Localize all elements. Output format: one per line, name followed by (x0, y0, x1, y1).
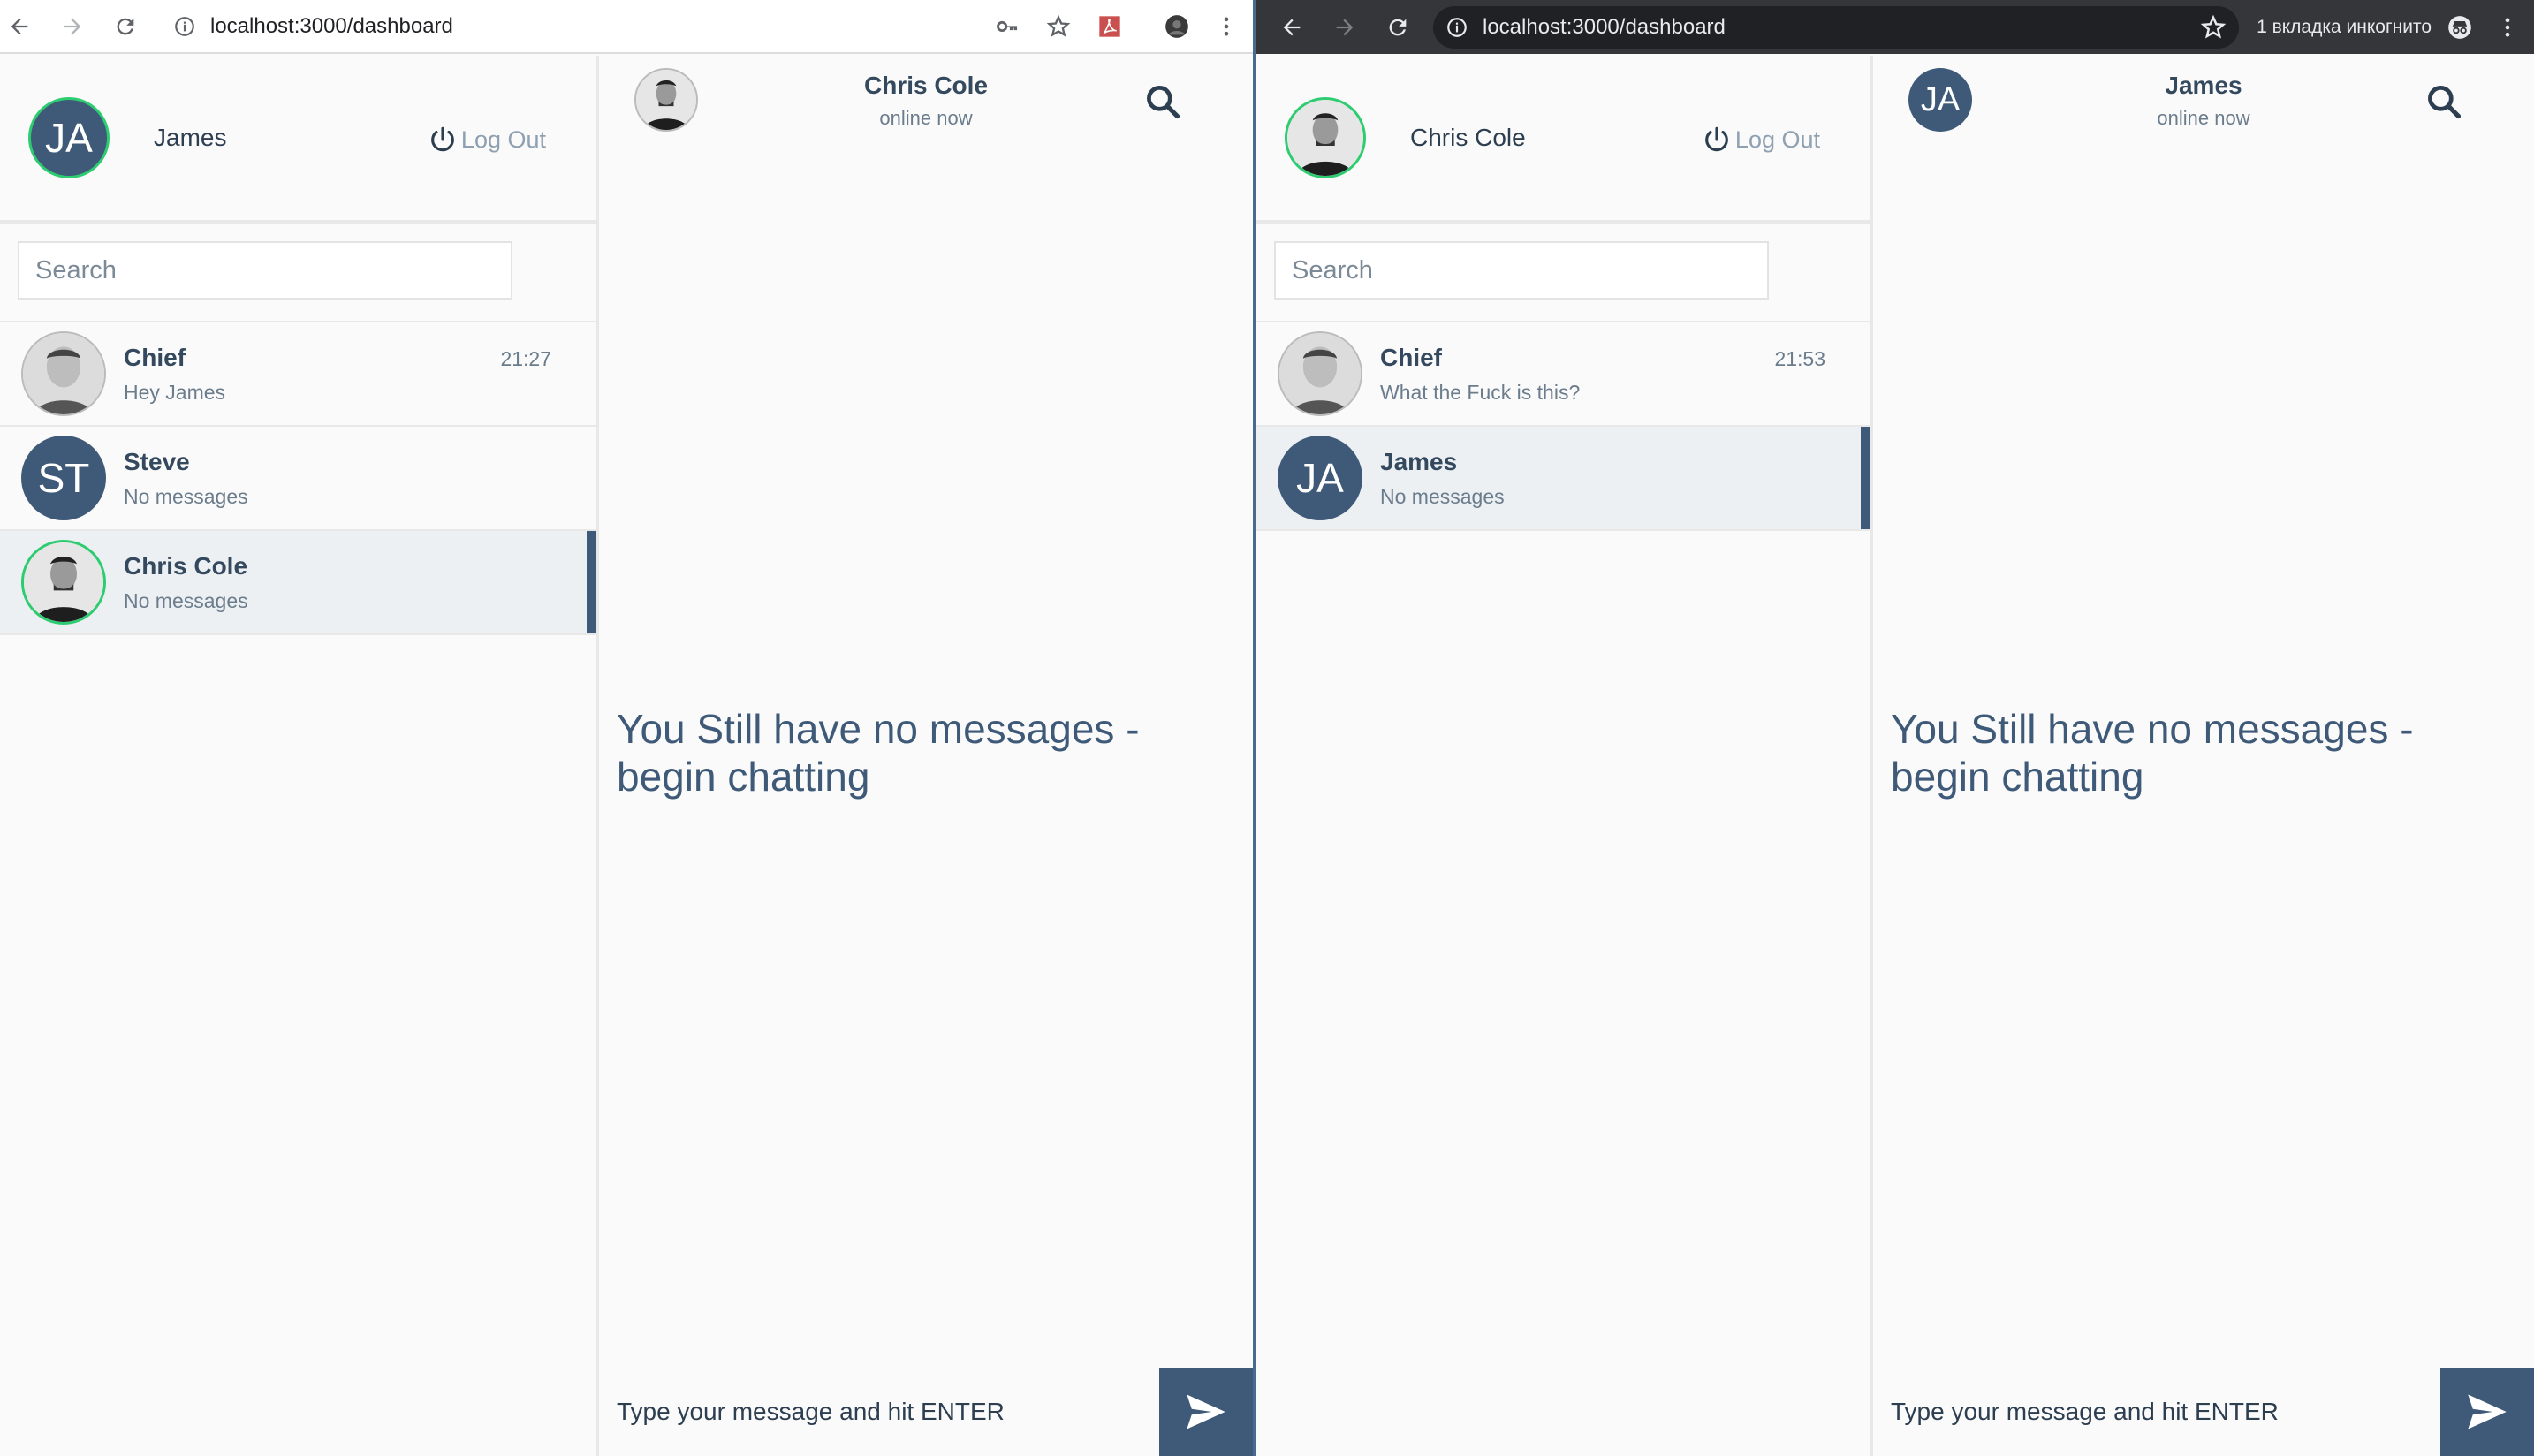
conversation-time: 21:53 (1774, 347, 1825, 370)
reload-icon[interactable] (1382, 11, 1414, 43)
conversation-name: Chris Cole (124, 551, 248, 580)
logout-label: Log Out (1734, 125, 1820, 153)
avatar (21, 540, 106, 625)
conversation-item-chief[interactable]: Chief What the Fuck is this? 21:53 (1256, 322, 1870, 427)
chat-panel: Chris Cole online now You Still have no … (599, 56, 1253, 1456)
profile-icon[interactable] (1161, 11, 1193, 42)
browser-toolbar: localhost:3000/dashboard (0, 0, 1253, 54)
send-button[interactable] (1159, 1368, 1253, 1456)
star-icon[interactable] (2200, 14, 2227, 41)
current-user-name: James (154, 124, 227, 151)
avatar (1285, 97, 1366, 178)
conversation-time: 21:27 (500, 347, 551, 370)
conversation-last-message: No messages (1380, 484, 1505, 508)
chat-header: Chris Cole online now (599, 56, 1253, 153)
address-bar[interactable]: localhost:3000/dashboard (161, 5, 982, 48)
conversation-item-chief[interactable]: Chief Hey James 21:27 (0, 322, 596, 427)
message-composer: Type your message and hit ENTER (1873, 1368, 2534, 1456)
conversation-last-message: No messages (124, 588, 248, 612)
avatar: JA (1278, 436, 1362, 520)
current-user-name: Chris Cole (1410, 124, 1526, 151)
message-input[interactable]: Type your message and hit ENTER (599, 1398, 1159, 1426)
chat-app: JA James Log Out Search Chief Hey James … (0, 56, 1253, 1456)
key-icon[interactable] (991, 11, 1023, 42)
menu-icon[interactable] (1210, 11, 1242, 42)
back-icon[interactable] (4, 11, 35, 42)
conversation-last-message: Hey James (124, 380, 226, 404)
current-user-header: JA James Log Out (0, 56, 596, 224)
person-photo-icon (1287, 100, 1363, 176)
chat-header: JA James online now (1873, 56, 2534, 153)
search-icon[interactable] (1143, 82, 1182, 121)
search-section: Search (1256, 224, 1870, 322)
incognito-label[interactable]: 1 вкладка инкогнито (2257, 17, 2432, 38)
empty-chat-message: You Still have no messages - begin chatt… (1891, 706, 2414, 800)
avatar: ST (21, 436, 106, 520)
search-input[interactable]: Search (18, 241, 512, 300)
send-button[interactable] (2440, 1368, 2534, 1456)
conversation-item-chris-cole[interactable]: Chris Cole No messages (0, 531, 596, 635)
current-user-header: Chris Cole Log Out (1256, 56, 1870, 224)
power-icon (431, 126, 454, 152)
url-text: localhost:3000/dashboard (1483, 14, 1726, 39)
forward-icon[interactable] (57, 11, 88, 42)
avatar (1278, 331, 1362, 416)
message-input[interactable]: Type your message and hit ENTER (1873, 1398, 2440, 1426)
conversation-name: James (1380, 447, 1458, 475)
send-icon (2468, 1394, 2507, 1429)
person-photo-icon (23, 333, 104, 414)
search-section: Search (0, 224, 596, 322)
person-photo-icon (24, 542, 103, 622)
forward-icon[interactable] (1329, 11, 1361, 43)
conversation-last-message: What the Fuck is this? (1380, 380, 1581, 404)
conversation-item-steve[interactable]: ST Steve No messages (0, 427, 596, 531)
incognito-icon[interactable] (2444, 11, 2476, 43)
power-icon (1705, 126, 1728, 152)
conversation-item-james[interactable]: JA James No messages (1256, 427, 1870, 531)
reload-icon[interactable] (110, 11, 141, 42)
empty-chat-message: You Still have no messages - begin chatt… (617, 706, 1140, 800)
sidebar: JA James Log Out Search Chief Hey James … (0, 56, 599, 1456)
avatar: JA (28, 97, 110, 178)
logout-button[interactable]: Log Out (428, 125, 546, 155)
pdf-extension-icon[interactable] (1094, 11, 1126, 42)
send-icon (1187, 1394, 1225, 1429)
search-icon[interactable] (2424, 82, 2463, 121)
conversation-name: Chief (124, 343, 186, 371)
avatar (21, 331, 106, 416)
browser-window-right: localhost:3000/dashboard 1 вкладка инког… (1253, 0, 2534, 1456)
chat-app: Chris Cole Log Out Search Chief What the… (1256, 56, 2534, 1456)
info-icon[interactable] (173, 15, 196, 38)
conversation-last-message: No messages (124, 484, 248, 508)
chat-panel: JA James online now You Still have no me… (1873, 56, 2534, 1456)
browser-toolbar: localhost:3000/dashboard 1 вкладка инког… (1256, 0, 2534, 54)
address-bar[interactable]: localhost:3000/dashboard (1433, 5, 2240, 49)
person-photo-icon (1279, 333, 1361, 414)
search-input[interactable]: Search (1274, 241, 1769, 300)
star-icon[interactable] (1043, 11, 1074, 42)
url-text: localhost:3000/dashboard (210, 13, 453, 38)
browser-window-left: localhost:3000/dashboard JA James Log Ou… (0, 0, 1253, 1456)
info-icon[interactable] (1445, 16, 1468, 39)
back-icon[interactable] (1276, 11, 1308, 43)
sidebar: Chris Cole Log Out Search Chief What the… (1256, 56, 1873, 1456)
conversation-name: Steve (124, 447, 190, 475)
message-composer: Type your message and hit ENTER (599, 1368, 1253, 1456)
logout-label: Log Out (460, 125, 546, 153)
menu-icon[interactable] (2492, 11, 2523, 43)
logout-button[interactable]: Log Out (1702, 125, 1820, 155)
conversation-name: Chief (1380, 343, 1442, 371)
